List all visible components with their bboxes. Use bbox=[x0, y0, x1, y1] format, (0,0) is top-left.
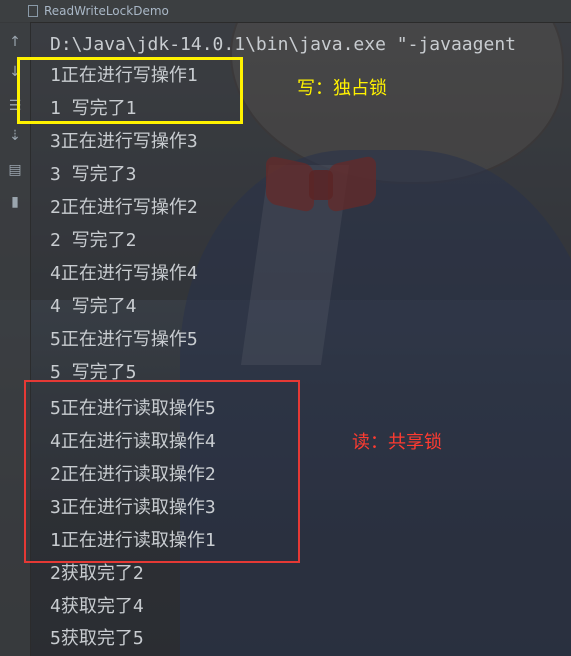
scroll-to-end-icon[interactable]: ⇣ bbox=[5, 126, 25, 146]
console-line: 4获取完了4 bbox=[50, 596, 144, 617]
trash-icon[interactable]: ▮ bbox=[5, 192, 25, 212]
read-highlight-box bbox=[24, 380, 300, 563]
write-highlight-box bbox=[17, 57, 243, 124]
print-icon[interactable]: ▤ bbox=[5, 160, 25, 180]
console-line: 3正在进行写操作3 bbox=[50, 131, 198, 152]
run-tab[interactable]: ReadWriteLockDemo bbox=[22, 0, 175, 22]
console-line: 2正在进行写操作2 bbox=[50, 197, 198, 218]
write-lock-note: 写：独占锁 bbox=[297, 78, 387, 99]
arrow-up-icon[interactable]: ↑ bbox=[5, 32, 25, 52]
console-line: 4正在进行写操作4 bbox=[50, 263, 198, 284]
run-tab-label: ReadWriteLockDemo bbox=[44, 4, 169, 18]
java-class-icon bbox=[28, 5, 38, 17]
read-lock-note: 读：共享锁 bbox=[352, 432, 442, 453]
console-line: 5获取完了5 bbox=[50, 628, 144, 649]
console-line: 5正在进行写操作5 bbox=[50, 329, 198, 350]
console-line: 3 写完了3 bbox=[50, 164, 137, 185]
run-tab-bar: ReadWriteLockDemo bbox=[0, 0, 571, 23]
console-line: 2 写完了2 bbox=[50, 230, 137, 251]
console-line: 4 写完了4 bbox=[50, 296, 137, 317]
